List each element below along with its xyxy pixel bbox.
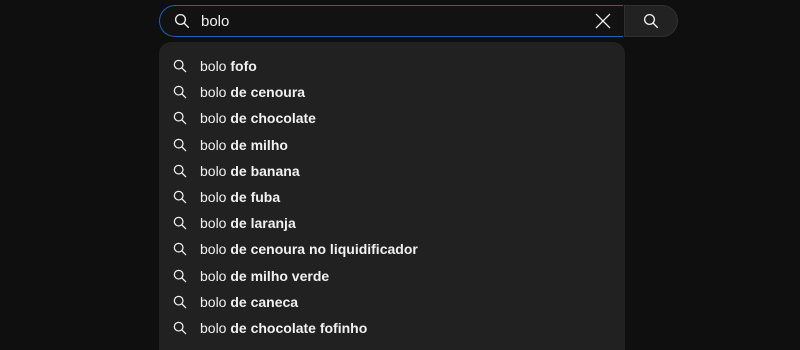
search-suggestion-item[interactable]: bolo de chocolate <box>159 105 625 131</box>
suggestion-query: bolo <box>200 58 227 75</box>
search-icon <box>173 12 191 30</box>
search-icon <box>172 320 188 336</box>
suggestion-text: bolo fofo <box>200 58 257 74</box>
search-suggestion-item[interactable]: bolo de chocolate fofinho <box>159 315 625 341</box>
search-icon <box>172 215 188 231</box>
suggestion-text: bolo de caneca <box>200 294 298 310</box>
suggestion-query: bolo <box>200 136 227 153</box>
search-icon <box>172 163 188 179</box>
suggestion-text: bolo de milho <box>200 137 288 153</box>
search-suggestion-item[interactable]: bolo de laranja <box>159 210 625 236</box>
search-suggestion-item[interactable]: bolo de cenoura <box>159 79 625 105</box>
suggestion-completion: de milho verde <box>230 267 330 284</box>
suggestion-completion: de caneca <box>230 293 299 310</box>
suggestion-query: bolo <box>200 162 227 179</box>
search-icon <box>172 110 188 126</box>
search-icon <box>172 137 188 153</box>
suggestion-query: bolo <box>200 189 227 206</box>
suggestion-query: bolo <box>200 319 227 336</box>
suggestion-text: bolo de cenoura no liquidificador <box>200 241 418 257</box>
search-icon <box>172 58 188 74</box>
search-icon <box>172 241 188 257</box>
search-icon <box>172 268 188 284</box>
suggestion-completion: de chocolate fofinho <box>230 319 368 336</box>
suggestion-text: bolo de banana <box>200 163 300 179</box>
search-icon <box>172 294 188 310</box>
suggestion-completion: de laranja <box>230 215 296 232</box>
suggestion-text: bolo de fuba <box>200 189 280 205</box>
suggestion-text: bolo de milho verde <box>200 268 329 284</box>
search-icon <box>172 84 188 100</box>
search-suggestion-item[interactable]: bolo de banana <box>159 158 625 184</box>
suggestion-text: bolo de chocolate <box>200 110 316 126</box>
clear-search-button[interactable] <box>583 6 623 36</box>
search-suggestion-item[interactable]: bolo de milho verde <box>159 263 625 289</box>
search-input[interactable] <box>201 9 583 33</box>
close-icon <box>595 13 611 29</box>
suggestion-text: bolo de chocolate fofinho <box>200 320 367 336</box>
search-suggestions-dropdown: bolo fofo bolo de cenoura bolo de chocolat… <box>159 42 625 350</box>
suggestion-query: bolo <box>200 241 227 258</box>
suggestion-text: bolo de laranja <box>200 215 296 231</box>
suggestion-query: bolo <box>200 267 227 284</box>
search-suggestion-item[interactable]: bolo de caneca <box>159 289 625 315</box>
search-button[interactable] <box>624 5 678 37</box>
suggestion-completion: de cenoura <box>230 84 306 101</box>
search-suggestion-item[interactable]: bolo de milho <box>159 132 625 158</box>
suggestion-completion: de milho <box>230 136 288 153</box>
search-suggestion-item[interactable]: bolo fofo <box>159 53 625 79</box>
suggestion-completion: fofo <box>230 58 257 75</box>
search-area: bolo fofobolo de cenourabolo de chocolat… <box>0 0 800 350</box>
suggestion-query: bolo <box>200 110 227 127</box>
search-suggestion-item[interactable]: bolo de cenoura no liquidificador <box>159 236 625 262</box>
search-box[interactable] <box>159 5 623 37</box>
search-icon <box>643 13 659 29</box>
suggestion-query: bolo <box>200 215 227 232</box>
suggestion-completion: de cenoura no liquidificador <box>230 241 418 258</box>
suggestion-completion: de banana <box>230 162 300 179</box>
suggestion-text: bolo de cenoura <box>200 84 305 100</box>
suggestion-completion: de fuba <box>230 189 281 206</box>
suggestion-query: bolo <box>200 293 227 310</box>
search-icon <box>172 189 188 205</box>
search-suggestion-item[interactable]: bolo de fuba <box>159 184 625 210</box>
suggestion-completion: de chocolate <box>230 110 316 127</box>
suggestion-query: bolo <box>200 84 227 101</box>
